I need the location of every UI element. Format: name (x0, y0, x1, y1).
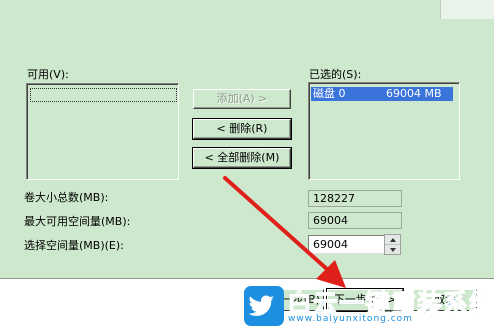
remove-all-button[interactable]: < 全部删除(M) (192, 147, 292, 169)
select-space-input[interactable]: 69004 (308, 235, 385, 254)
spin-up-button[interactable] (385, 235, 400, 245)
available-focus-rect (30, 88, 177, 102)
available-listbox[interactable] (26, 83, 179, 180)
available-label: 可用(V): (27, 68, 69, 81)
total-size-field: 128227 (308, 190, 402, 207)
top-strip-edge (440, 0, 494, 19)
spin-down-button[interactable] (385, 245, 400, 255)
selected-listbox[interactable]: 磁盘 0 69004 MB (308, 82, 460, 180)
total-size-label: 卷大小总数(MB): (24, 191, 109, 204)
max-space-field: 69004 (308, 212, 402, 229)
max-space-label: 最大可用空间量(MB): (24, 215, 131, 228)
bird-logo-icon (244, 286, 284, 326)
add-button[interactable]: 添加(A) > (193, 89, 291, 109)
down-arrow-icon (390, 248, 396, 252)
select-space-label: 选择空间量(MB)(E): (24, 239, 124, 252)
disk-name: 磁盘 0 (313, 87, 346, 100)
disk-size: 69004 MB (386, 87, 442, 100)
selected-label: 已选的(S): (309, 68, 362, 81)
top-strip (0, 0, 494, 19)
selected-item-disk0[interactable]: 磁盘 0 69004 MB (311, 87, 453, 101)
up-arrow-icon (390, 238, 396, 242)
watermark-url: www.baiyunxitong.com (288, 314, 413, 324)
select-space-spinner[interactable] (384, 234, 401, 255)
remove-button[interactable]: < 删除(R) (192, 118, 292, 140)
